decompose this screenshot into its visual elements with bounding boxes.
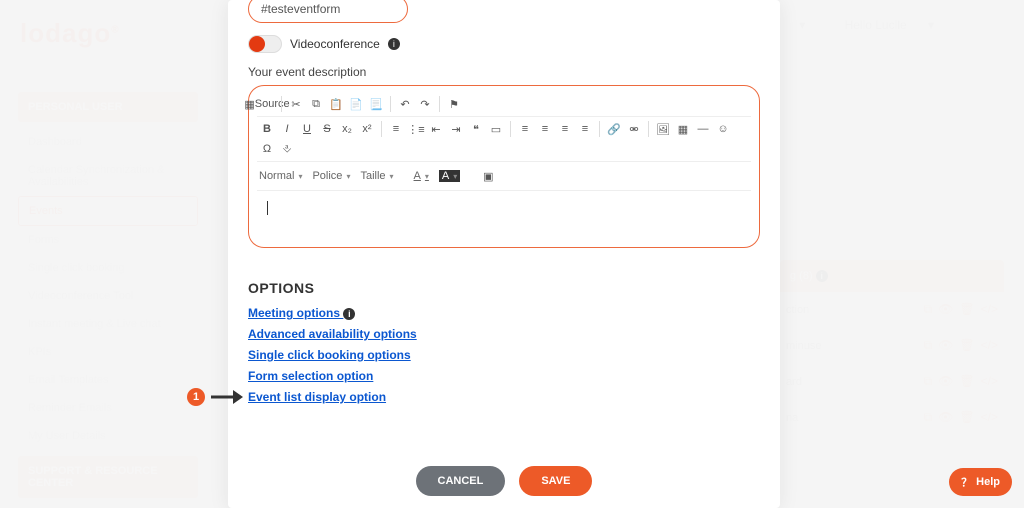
indent-icon[interactable]: ⇥ [448,121,464,137]
info-icon[interactable]: i [388,38,400,50]
single-click-booking-link[interactable]: Single click booking options [248,348,760,362]
editor-toolbar-row1: ▦ Source ✂ ⧉ 📋 📄 📃 ↶ ↷ ⚑ [257,92,751,117]
page-break-icon[interactable]: ⎀ [279,141,295,157]
modal-footer: CANCEL SAVE [228,466,780,496]
emoji-icon[interactable]: ☺ [715,121,731,137]
event-list-display-link[interactable]: Event list display option [248,390,760,404]
editor-toolbar-row2: B I U S x₂ x² ≡ ⋮≡ ⇤ ⇥ ❝ ▭ ≡ ≡ ≡ ≡ 🔗 ⚮ 🖼… [257,117,751,162]
div-icon[interactable]: ▭ [488,121,504,137]
paste-icon[interactable]: 📋 [328,96,344,112]
redo-icon[interactable]: ↷ [417,96,433,112]
cancel-button[interactable]: CANCEL [416,466,506,496]
align-center-icon[interactable]: ≡ [537,121,553,137]
videoconference-label: Videoconference [290,37,380,51]
undo-icon[interactable]: ↶ [397,96,413,112]
videoconference-toggle[interactable] [248,35,282,53]
unlink-icon[interactable]: ⚮ [626,121,642,137]
bullet-list-icon[interactable]: ⋮≡ [408,121,424,137]
link-icon[interactable]: 🔗 [606,121,622,137]
arrow-icon [209,384,243,410]
source-button[interactable]: ▦ Source [259,96,275,112]
cut-icon[interactable]: ✂ [288,96,304,112]
italic-icon[interactable]: I [279,121,295,137]
paste-word-icon[interactable]: 📃 [368,96,384,112]
bold-icon[interactable]: B [259,121,275,137]
copy-icon[interactable]: ⧉ [308,96,324,112]
callout-badge-1: 1 [187,388,205,406]
help-button[interactable]: ？ Help [949,468,1012,496]
paste-text-icon[interactable]: 📄 [348,96,364,112]
editor-toolbar-row3: Normal Police Taille A A ▣ [257,162,751,191]
text-color-picker[interactable]: A [414,170,429,182]
align-justify-icon[interactable]: ≡ [577,121,593,137]
rich-text-editor: ▦ Source ✂ ⧉ 📋 📄 📃 ↶ ↷ ⚑ B I U S x₂ x² ≡… [248,85,760,248]
bg-color-picker[interactable]: A [439,170,460,182]
event-settings-modal: #testeventform Videoconference i Your ev… [228,0,780,508]
table-icon[interactable]: ▦ [675,121,691,137]
numbered-list-icon[interactable]: ≡ [388,121,404,137]
special-char-icon[interactable]: Ω [259,141,275,157]
form-selection-link[interactable]: Form selection option [248,369,760,383]
blockquote-icon[interactable]: ❝ [468,121,484,137]
description-label: Your event description [248,65,760,79]
size-dropdown[interactable]: Taille [360,170,393,182]
strike-icon[interactable]: S [319,121,335,137]
maximize-icon[interactable]: ▣ [480,168,496,184]
font-dropdown[interactable]: Police [312,170,350,182]
align-left-icon[interactable]: ≡ [517,121,533,137]
save-button[interactable]: SAVE [519,466,592,496]
outdent-icon[interactable]: ⇤ [428,121,444,137]
info-icon: i [343,308,355,320]
meeting-options-link[interactable]: Meeting options i [248,306,760,320]
options-heading: OPTIONS [248,280,760,296]
hr-icon[interactable]: — [695,121,711,137]
align-right-icon[interactable]: ≡ [557,121,573,137]
underline-icon[interactable]: U [299,121,315,137]
flag-icon[interactable]: ⚑ [446,96,462,112]
image-icon[interactable]: 🖼 [655,121,671,137]
event-hashtag-input[interactable]: #testeventform [248,0,408,23]
advanced-availability-link[interactable]: Advanced availability options [248,327,760,341]
format-dropdown[interactable]: Normal [259,170,302,182]
superscript-icon[interactable]: x² [359,121,375,137]
subscript-icon[interactable]: x₂ [339,121,355,137]
editor-content[interactable] [257,191,751,247]
